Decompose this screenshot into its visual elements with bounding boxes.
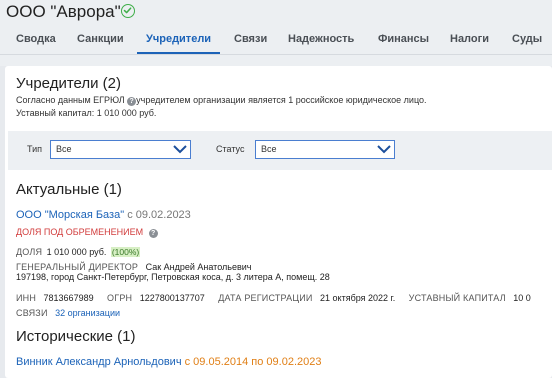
encumbrance-row: ДОЛЯ ПОД ОБРЕМЕНЕНИЕМ ? (16, 227, 158, 238)
capital-label: УСТАВНЫЙ КАПИТАЛ (408, 293, 506, 303)
filter-bar: Тип Все Статус Все (8, 131, 552, 170)
type-filter-label: Тип (27, 144, 43, 154)
tab-courts[interactable]: Суды (512, 30, 542, 54)
share-label: ДОЛЯ (16, 247, 43, 257)
founders-capital: Уставный капитал: 1 010 000 руб. (16, 108, 157, 118)
historical-person-link[interactable]: Винник Александр Арнольдович (16, 356, 182, 368)
status-filter-value: Все (261, 144, 277, 154)
chevron-down-icon (173, 145, 187, 154)
type-filter-value: Все (56, 144, 72, 154)
inn-value: 7813667989 (43, 293, 94, 303)
page-title: ООО "Аврора" (6, 2, 121, 21)
founders-note-text: учредителем организации является 1 росси… (136, 95, 427, 105)
tab-sanctions[interactable]: Санкции (77, 30, 124, 54)
ogrn-label: ОГРН (107, 293, 133, 303)
check-circle-icon (121, 4, 135, 18)
chevron-down-icon (377, 145, 391, 154)
links-label: СВЯЗИ (16, 308, 48, 318)
info-icon[interactable]: ? (148, 229, 158, 238)
founders-note: Согласно данным ЕГРЮЛ ? учредителем орган… (16, 95, 427, 106)
encumbrance-label: ДОЛЯ ПОД ОБРЕМЕНЕНИЕМ (16, 227, 144, 237)
links-count-link[interactable]: 32 организации (55, 308, 120, 318)
status-filter-label: Статус (216, 144, 245, 154)
historical-title: Исторические (1) (16, 328, 136, 345)
ogrn-value: 1227800137707 (139, 293, 205, 303)
actual-founder-row: ООО "Морская База" с 09.02.2023 (16, 209, 191, 221)
founder-company-link[interactable]: ООО "Морская База" (16, 209, 124, 221)
founders-title: Учредители (2) (16, 75, 122, 92)
founders-note-source: Согласно данным ЕГРЮЛ (16, 95, 125, 105)
reg-date-label: ДАТА РЕГИСТРАЦИИ (218, 293, 313, 303)
links-row: СВЯЗИ 32 организации (16, 303, 120, 321)
status-filter-select[interactable]: Все (255, 140, 395, 159)
historical-founder-row: Винник Александр Арнольдович с 09.05.201… (16, 356, 321, 368)
tab-founders[interactable]: Учредители (137, 30, 221, 54)
founder-since: с 09.02.2023 (127, 209, 191, 221)
director-label: ГЕНЕРАЛЬНЫЙ ДИРЕКТОР (16, 262, 139, 272)
tab-reliability[interactable]: Надежность (288, 30, 354, 54)
capital-value: 10 0 (513, 293, 531, 303)
inn-label: ИНН (16, 293, 37, 303)
tab-connections[interactable]: Связи (234, 30, 267, 54)
tab-taxes[interactable]: Налоги (450, 30, 489, 54)
actual-title: Актуальные (1) (16, 181, 122, 198)
historical-period: с 09.05.2014 по 09.02.2023 (184, 356, 322, 368)
reg-date-value: 21 октября 2022 г. (320, 293, 396, 303)
top-bar: ООО "Аврора" Сводка Санкции Учредители С… (0, 0, 552, 66)
tab-divider (0, 54, 552, 55)
tab-finances[interactable]: Финансы (378, 30, 429, 54)
type-filter-select[interactable]: Все (50, 140, 191, 159)
director-name: Сак Андрей Анатольевич (145, 262, 252, 272)
info-icon[interactable]: ? (127, 97, 137, 106)
share-percent-badge: (100%) (110, 247, 141, 257)
tab-summary[interactable]: Сводка (16, 30, 56, 54)
tab-bar: Сводка Санкции Учредители Связи Надежнос… (0, 30, 552, 54)
share-value: 1 010 000 руб. (46, 247, 107, 257)
company-address: 197198, город Санкт-Петербург, Петровска… (16, 272, 330, 282)
